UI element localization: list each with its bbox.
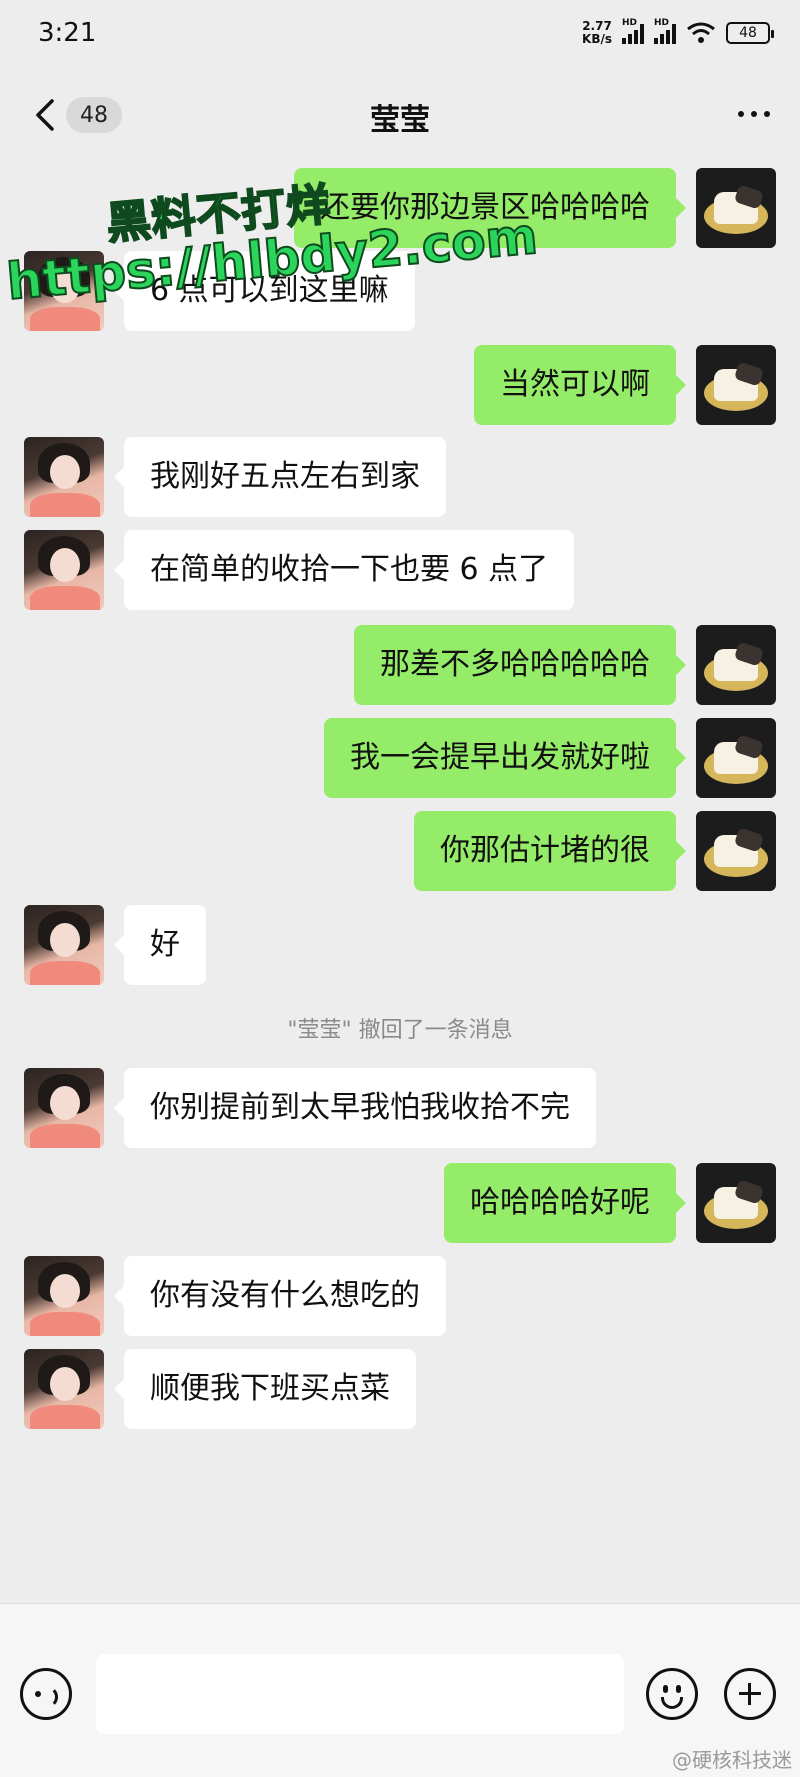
sent-message-bubble[interactable]: 你那估计堵的很: [414, 811, 686, 891]
my-avatar[interactable]: [696, 625, 776, 705]
source-credit: @硬核科技迷: [672, 1748, 792, 1772]
network-speed: 2.77 KB/s: [582, 19, 612, 46]
chat-screen: 3:21 2.77 KB/s HD HD 48 48 莹莹 还要你那边景区哈哈哈…: [0, 0, 800, 1777]
input-bar: @硬核科技迷: [0, 1603, 800, 1777]
my-avatar[interactable]: [696, 345, 776, 425]
signal-1-icon: HD: [622, 18, 644, 44]
received-message-bubble[interactable]: 在简单的收拾一下也要 6 点了: [113, 530, 575, 610]
received-message-bubble[interactable]: 好: [114, 905, 206, 985]
message-list[interactable]: 还要你那边景区哈哈哈哈 6 点可以到这里嘛 当然可以啊 我刚好五点左右到家 在简…: [0, 160, 800, 1600]
message-row: 好: [0, 902, 800, 986]
sent-message-bubble[interactable]: 那差不多哈哈哈哈哈: [354, 625, 686, 705]
more-actions-icon[interactable]: [724, 1668, 776, 1720]
message-row: 我一会提早出发就好啦: [0, 715, 800, 799]
message-row: 当然可以啊: [0, 342, 800, 426]
emoji-icon[interactable]: [646, 1668, 698, 1720]
received-message-bubble[interactable]: 你别提前到太早我怕我收拾不完: [114, 1068, 596, 1148]
contact-avatar[interactable]: [24, 1349, 104, 1429]
message-row: 哈哈哈哈好呢: [0, 1160, 800, 1244]
sent-message-bubble[interactable]: 我一会提早出发就好啦: [324, 718, 686, 798]
contact-avatar[interactable]: [24, 437, 104, 517]
message-row: 你有没有什么想吃的: [0, 1253, 800, 1337]
nav-bar: 48 莹莹: [0, 75, 800, 155]
contact-avatar[interactable]: [24, 905, 104, 985]
sent-message-bubble[interactable]: 当然可以啊: [474, 345, 686, 425]
my-avatar[interactable]: [696, 718, 776, 798]
status-time: 3:21: [38, 18, 97, 48]
my-avatar[interactable]: [696, 1163, 776, 1243]
received-message-bubble[interactable]: 你有没有什么想吃的: [114, 1256, 446, 1336]
message-input[interactable]: [96, 1654, 624, 1734]
status-icons: 2.77 KB/s HD HD 48: [582, 18, 774, 46]
my-avatar[interactable]: [696, 811, 776, 891]
message-row: 那差不多哈哈哈哈哈: [0, 622, 800, 706]
message-row: 我刚好五点左右到家: [0, 434, 800, 518]
contact-avatar[interactable]: [24, 530, 104, 610]
more-options-icon[interactable]: [738, 111, 770, 117]
voice-input-icon[interactable]: [20, 1668, 72, 1720]
received-message-bubble[interactable]: 我刚好五点左右到家: [114, 437, 446, 517]
my-avatar[interactable]: [696, 168, 776, 248]
message-row: 你别提前到太早我怕我收拾不完: [0, 1065, 800, 1149]
contact-avatar[interactable]: [24, 1256, 104, 1336]
message-row: 在简单的收拾一下也要 6 点了: [0, 527, 800, 611]
sent-message-bubble[interactable]: 哈哈哈哈好呢: [444, 1163, 686, 1243]
recall-notice: "莹莹" 撤回了一条消息: [287, 1018, 513, 1043]
wifi-icon: [687, 22, 715, 43]
message-row: 顺便我下班买点菜: [0, 1346, 800, 1430]
received-message-bubble[interactable]: 顺便我下班买点菜: [114, 1349, 416, 1429]
chat-title: 莹莹: [370, 103, 430, 138]
status-bar: 3:21 2.77 KB/s HD HD 48: [0, 0, 800, 70]
contact-avatar[interactable]: [24, 1068, 104, 1148]
message-row: 你那估计堵的很: [0, 808, 800, 892]
signal-2-icon: HD: [654, 18, 676, 44]
battery-icon: 48: [726, 22, 774, 44]
